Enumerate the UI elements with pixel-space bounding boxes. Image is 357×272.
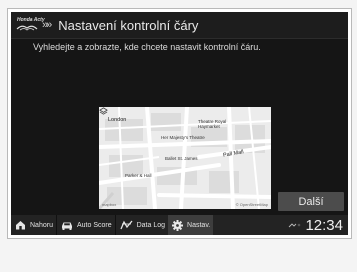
nav-item-label: Nastav.	[187, 221, 211, 229]
map-label-theatre-royal: Theatre Royal Haymarket	[198, 119, 227, 129]
route-icon	[120, 220, 133, 230]
brand-logo: Honda Acty	[16, 17, 45, 33]
map-view[interactable]: London Theatre Royal Haymarket Her Majes…	[99, 107, 271, 209]
map-label-london: London	[108, 117, 127, 123]
gear-icon	[172, 219, 184, 231]
nav-item-auto-score[interactable]: Auto Score	[57, 215, 115, 235]
map-label-parker: Parker & Hall	[125, 173, 152, 178]
nav-item-label: Data Log	[136, 221, 166, 229]
nav-item-label: Auto Score	[76, 221, 112, 229]
map-label-her-majestys: Her Majesty's Theatre	[161, 135, 205, 140]
signal-icon	[289, 223, 301, 228]
nav-item-data-log[interactable]: Data Log	[116, 215, 168, 235]
device-frame: Honda Acty »» Nastavení kontrolní čáry V…	[7, 8, 352, 239]
wings-icon	[16, 25, 38, 31]
map-label-st-james: Ballet St. James	[165, 156, 198, 161]
map-credit: © OpenStreetMap	[235, 202, 268, 207]
nav-item-settings[interactable]: Nastav.	[168, 215, 214, 235]
clock: 12:34	[305, 216, 343, 234]
car-icon	[61, 222, 72, 230]
status-area: 12:34	[288, 217, 343, 234]
map-brand: mapbox	[102, 202, 117, 207]
screen: Honda Acty »» Nastavení kontrolní čáry V…	[11, 12, 348, 235]
bottom-nav: Nahoru Auto Score Data Log Nastav. 12:34	[11, 215, 348, 235]
page-title: Nastavení kontrolní čáry	[58, 17, 199, 33]
header-bar: Honda Acty »» Nastavení kontrolní čáry	[11, 12, 348, 39]
instruction-text: Vyhledejte a zobrazte, kde chcete nastav…	[33, 42, 261, 52]
next-button[interactable]: Další	[278, 192, 344, 211]
nav-item-label: Nahoru	[30, 221, 53, 229]
layers-icon[interactable]	[99, 107, 108, 116]
nav-item-home[interactable]: Nahoru	[11, 215, 56, 235]
home-icon	[16, 221, 25, 230]
